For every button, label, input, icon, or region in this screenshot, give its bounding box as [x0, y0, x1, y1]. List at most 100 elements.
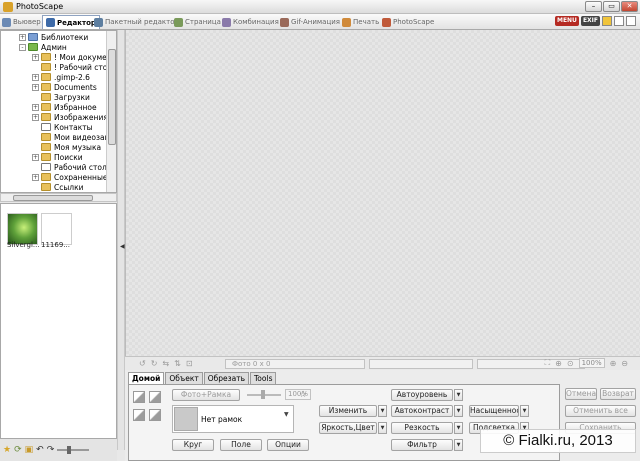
- tree-item[interactable]: Контакты: [32, 122, 93, 132]
- tab-photoscape[interactable]: PhotoScape: [382, 15, 434, 29]
- close-button[interactable]: ✕: [621, 1, 638, 12]
- tree-item[interactable]: + Библиотеки: [19, 32, 88, 42]
- tree-scrollbar-thumb[interactable]: [108, 49, 116, 145]
- tree-item[interactable]: Мои видеозаписи: [32, 132, 116, 142]
- saturation-dropdown[interactable]: ▼: [520, 405, 529, 417]
- expand-icon[interactable]: +: [32, 113, 39, 121]
- zoom-out-icon[interactable]: ⊖: [621, 359, 628, 368]
- refresh-icon[interactable]: ⟳: [14, 445, 22, 455]
- tab-page[interactable]: Страница: [174, 15, 221, 29]
- tree-item[interactable]: Рабочий стол: [32, 162, 107, 172]
- zoom-level[interactable]: 100%: [578, 358, 605, 368]
- tree-item[interactable]: +Сохраненные игры: [32, 172, 116, 182]
- undo-all-button[interactable]: Отменить все: [565, 405, 636, 417]
- fit-window-icon[interactable]: ⛶: [545, 358, 551, 368]
- collapse-arrow-icon[interactable]: ◀: [120, 243, 125, 250]
- photo-frame-button[interactable]: Фото+Рамка: [172, 389, 240, 401]
- field-button[interactable]: Поле: [220, 439, 262, 451]
- tab-print[interactable]: Печать: [342, 15, 379, 29]
- folder-icon[interactable]: ▣: [25, 445, 34, 455]
- sharpness-dropdown[interactable]: ▼: [454, 422, 463, 434]
- image-canvas[interactable]: [125, 30, 640, 356]
- tree-item[interactable]: + Изображения: [32, 112, 108, 122]
- saturation-button[interactable]: Насыщенность: [469, 405, 519, 417]
- undo-button[interactable]: Отмена: [565, 388, 597, 400]
- favorite-frame-star-icon[interactable]: ☆: [299, 390, 307, 400]
- flip-icon[interactable]: ⇆: [162, 359, 169, 368]
- tab-viewer[interactable]: Вьювер: [2, 15, 41, 29]
- thumbnail-size-slider[interactable]: [57, 446, 90, 454]
- auto-contrast-dropdown[interactable]: ▼: [454, 405, 463, 417]
- frame-percent-field[interactable]: 100%: [285, 389, 311, 400]
- tab-batch-editor[interactable]: Пакетный редактор: [94, 15, 179, 29]
- filter-dropdown[interactable]: ▼: [454, 439, 463, 451]
- filter-button[interactable]: Фильтр: [391, 439, 453, 451]
- back-arrow-icon[interactable]: ↶: [36, 445, 44, 455]
- window-mode-icon[interactable]: [614, 16, 624, 26]
- options-button[interactable]: Опции: [267, 439, 309, 451]
- minimize-button[interactable]: –: [585, 1, 602, 12]
- pane-splitter[interactable]: ◀: [117, 30, 125, 450]
- auto-contrast-button[interactable]: Автоконтраст: [391, 405, 453, 417]
- rotate-right-icon[interactable]: ↻: [151, 359, 158, 368]
- maximize-button[interactable]: ▭: [603, 1, 620, 12]
- tree-item[interactable]: Моя музыка: [32, 142, 101, 152]
- tree-item[interactable]: + .gimp-2.6: [32, 72, 90, 82]
- tree-item[interactable]: + Documents: [32, 82, 97, 92]
- circle-button[interactable]: Круг: [172, 439, 214, 451]
- corner-shadow-icon[interactable]: [133, 409, 145, 421]
- corner-round-icon[interactable]: [133, 391, 145, 403]
- tree-item[interactable]: ! Рабочий стол: [32, 62, 112, 72]
- expand-icon[interactable]: +: [32, 73, 39, 81]
- tree-scrollbar[interactable]: [106, 31, 116, 192]
- redo-button[interactable]: Возврат: [600, 388, 636, 400]
- frame-preview: [174, 407, 198, 431]
- expand-icon[interactable]: +: [32, 153, 39, 161]
- tree-horizontal-scrollbar[interactable]: [0, 193, 117, 202]
- expand-icon[interactable]: +: [32, 103, 39, 111]
- expand-icon[interactable]: +: [32, 173, 39, 181]
- folder-tree[interactable]: + Библиотеки - Админ +! Мои документы! Рабоч…: [0, 30, 117, 193]
- auto-level-button[interactable]: Автоуровень: [391, 389, 453, 401]
- sharpness-button[interactable]: Резкость: [391, 422, 453, 434]
- rotate-left-icon[interactable]: ↺: [139, 359, 146, 368]
- brightness-dropdown[interactable]: ▼: [378, 422, 387, 434]
- collapse-icon[interactable]: -: [19, 43, 26, 51]
- actual-size-icon[interactable]: ⊕: [555, 359, 562, 368]
- brightness-color-button[interactable]: Яркость,Цвет: [319, 422, 377, 434]
- tree-item[interactable]: Загрузки: [32, 92, 90, 102]
- tree-item[interactable]: + Поиски: [32, 152, 83, 162]
- tab-tools[interactable]: Tools: [250, 372, 277, 384]
- tab-combine[interactable]: Комбинация: [222, 15, 279, 29]
- forward-arrow-icon[interactable]: ↷: [47, 445, 55, 455]
- tree-hscroll-thumb[interactable]: [13, 195, 93, 201]
- exif-button[interactable]: EXIF: [580, 16, 600, 26]
- tab-gif-animation[interactable]: Gif-Анимация: [280, 15, 340, 29]
- expand-icon[interactable]: +: [32, 53, 39, 61]
- corner-border-icon[interactable]: [149, 409, 161, 421]
- tab-crop[interactable]: Обрезать: [203, 372, 249, 384]
- chevron-down-icon[interactable]: ▼: [284, 411, 289, 418]
- tree-item[interactable]: + Избранное: [32, 102, 97, 112]
- tree-item[interactable]: - Админ: [19, 42, 67, 52]
- tree-item[interactable]: +! Мои документы: [32, 52, 116, 62]
- tab-home[interactable]: Домой: [128, 372, 165, 384]
- frame-size-slider[interactable]: [247, 390, 281, 399]
- corner-square-icon[interactable]: [149, 391, 161, 403]
- expand-icon[interactable]: +: [32, 83, 39, 91]
- mirror-icon[interactable]: ⇅: [174, 359, 181, 368]
- resize-dropdown[interactable]: ▼: [378, 405, 387, 417]
- tab-object[interactable]: Объект: [165, 372, 203, 384]
- folder-open-icon[interactable]: [602, 16, 612, 26]
- zoom-in-icon[interactable]: ⊕: [610, 359, 617, 368]
- menu-button[interactable]: MENU: [554, 16, 579, 26]
- tree-item[interactable]: Ссылки: [32, 182, 83, 192]
- favorite-star-icon[interactable]: ★: [3, 445, 11, 455]
- zoom-fit-icon[interactable]: ⊙: [567, 359, 574, 368]
- resize-button[interactable]: Изменить: [319, 405, 377, 417]
- expand-icon[interactable]: +: [19, 33, 26, 41]
- auto-level-dropdown[interactable]: ▼: [454, 389, 463, 401]
- tab-editor[interactable]: Редактор: [42, 15, 100, 29]
- fullscreen-icon[interactable]: [626, 16, 636, 26]
- resize-icon[interactable]: ⊡: [186, 359, 193, 368]
